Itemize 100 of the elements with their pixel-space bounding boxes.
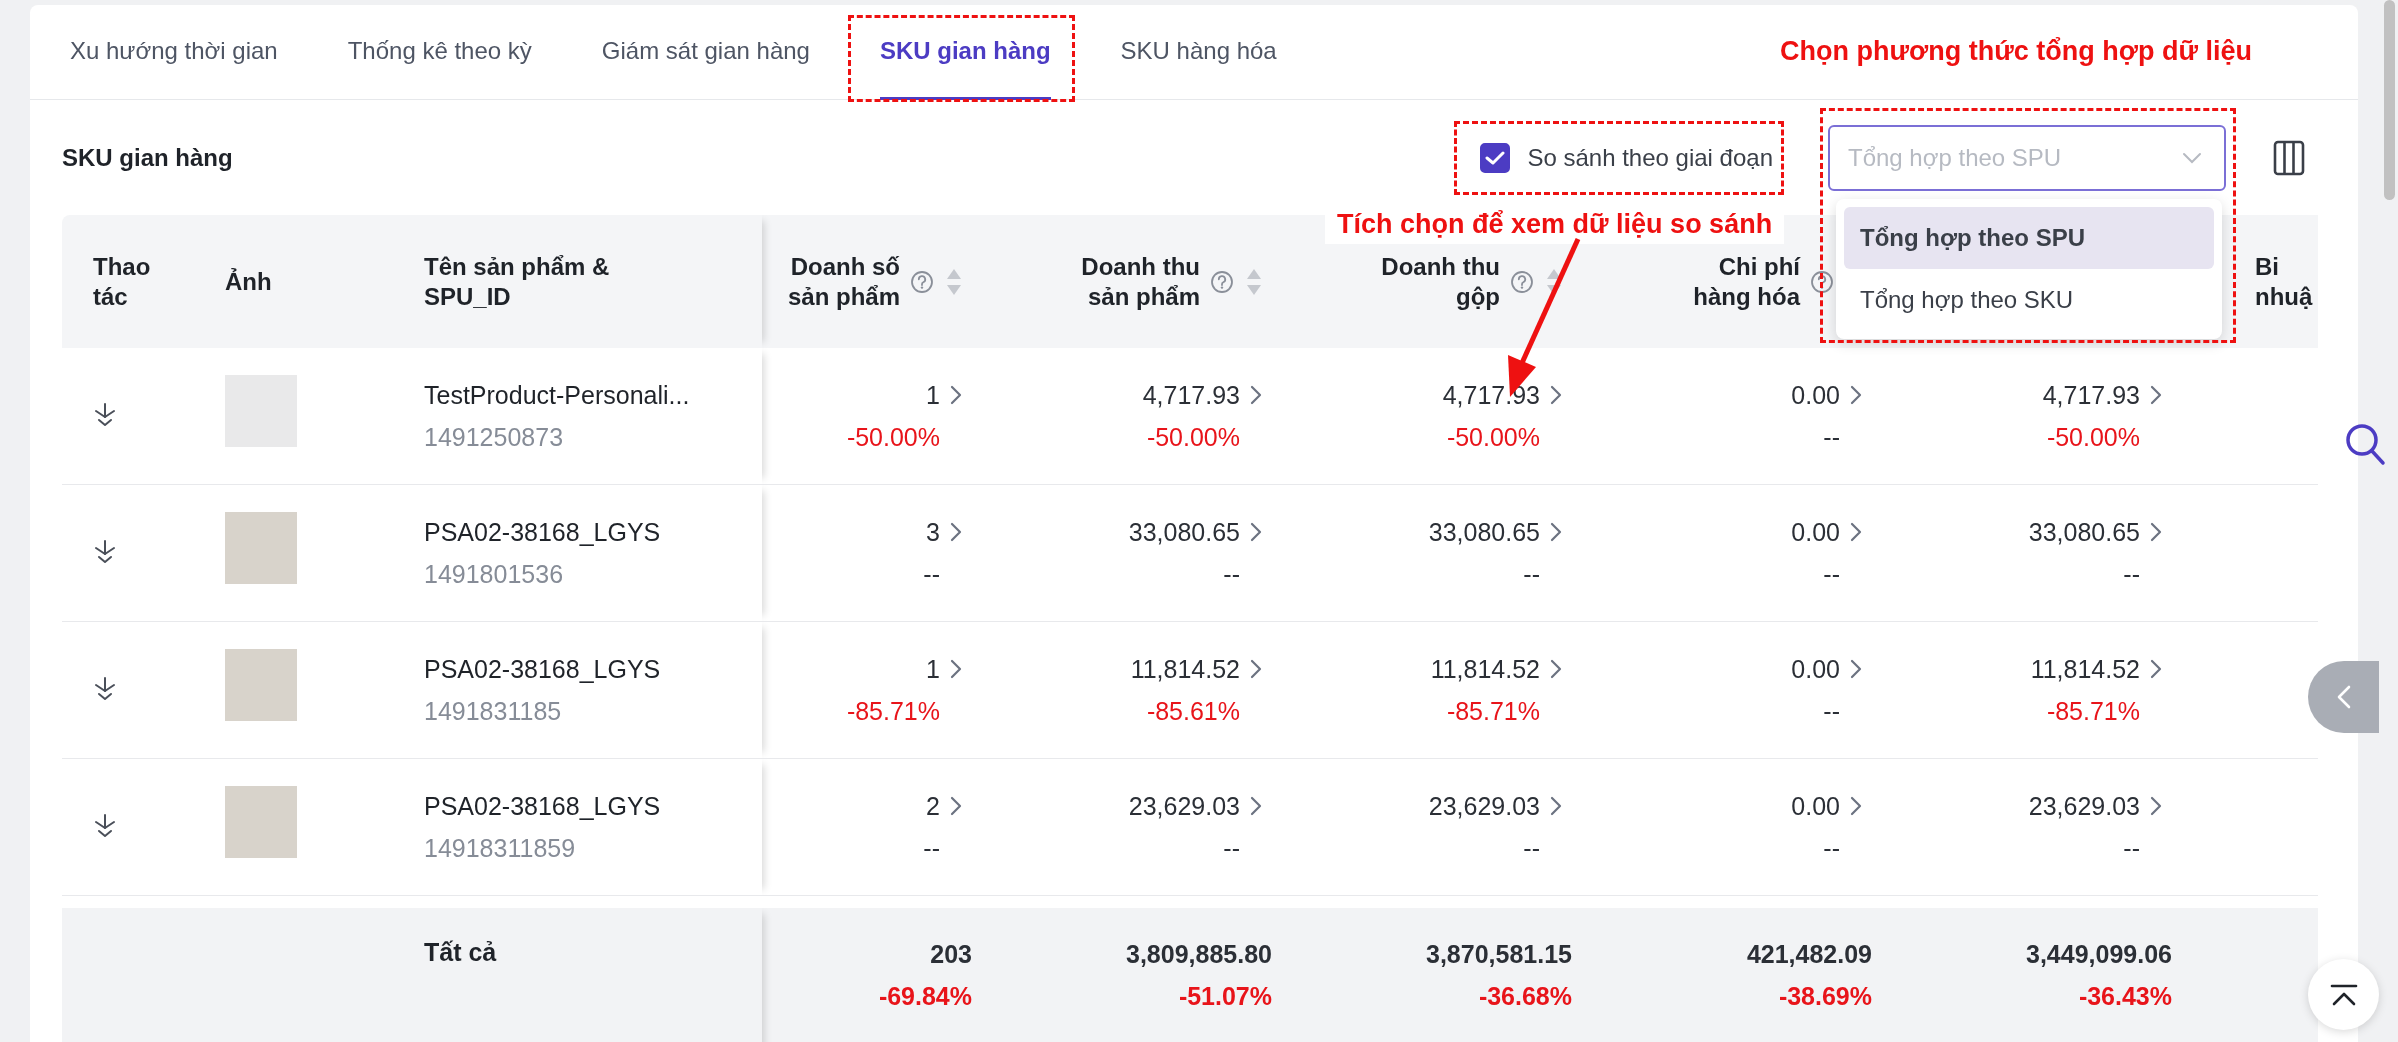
product-id: 1491801536 <box>424 559 565 590</box>
tab[interactable]: Thống kê theo kỳ <box>347 5 532 100</box>
product-name: TestProduct-Personali... <box>424 380 690 411</box>
help-icon[interactable] <box>910 269 934 294</box>
column-header: Doanh thu sản phẩm <box>1081 252 1200 311</box>
change-value: -- <box>1823 696 1840 727</box>
chevron-right-icon[interactable] <box>1250 384 1262 406</box>
chevron-right-icon[interactable] <box>950 658 962 680</box>
chevron-right-icon[interactable] <box>2150 795 2162 817</box>
product-name: PSA02-38168_LGYS <box>424 517 661 548</box>
metric-value: 23,629.03 <box>1128 791 1240 822</box>
chevron-right-icon[interactable] <box>1550 795 1562 817</box>
metric-value: 23,629.03 <box>1428 791 1540 822</box>
help-icon[interactable] <box>1510 269 1534 294</box>
columns-icon[interactable] <box>2273 139 2305 176</box>
metric-value: 33,080.65 <box>2028 517 2140 548</box>
chevron-right-icon[interactable] <box>1850 521 1862 543</box>
annotation-text: Chọn phương thức tổng hợp dữ liệu <box>1780 36 2252 67</box>
change-value: -- <box>1823 833 1840 864</box>
column-header: Bi nhuậ <box>2255 252 2313 311</box>
photo-placeholder <box>225 512 297 584</box>
metric-value: 11,814.52 <box>2030 654 2140 685</box>
metric-value: 4,717.93 <box>1442 380 1540 411</box>
tab[interactable]: SKU hàng hóa <box>1120 5 1277 100</box>
metric-value: 421,482.09 <box>1746 939 1872 970</box>
product-name: PSA02-38168_LGYS <box>424 791 661 822</box>
change-value: -- <box>1223 559 1240 590</box>
help-icon[interactable] <box>1810 269 1834 294</box>
chevron-right-icon[interactable] <box>1850 658 1862 680</box>
chevron-right-icon[interactable] <box>1250 521 1262 543</box>
checkmark-icon <box>1485 149 1506 166</box>
column-header: Doanh thu gộp <box>1381 252 1500 311</box>
column-header: Chi phí hàng hóa <box>1693 252 1800 311</box>
change-value: -- <box>1523 559 1540 590</box>
chevron-right-icon[interactable] <box>1550 384 1562 406</box>
column-header: Ảnh <box>225 266 272 297</box>
metric-value: 0.00 <box>1791 517 1840 548</box>
chevron-right-icon[interactable] <box>2150 384 2162 406</box>
change-value: -- <box>1823 422 1840 453</box>
total-label: Tất cả <box>424 938 497 967</box>
change-value: -- <box>2123 833 2140 864</box>
chevron-right-icon[interactable] <box>950 384 962 406</box>
metric-value: 11,814.52 <box>1130 654 1240 685</box>
metric-value: 3,870,581.15 <box>1426 939 1572 970</box>
chevron-right-icon[interactable] <box>950 521 962 543</box>
change-value: -50.00% <box>2046 422 2140 453</box>
photo-placeholder <box>225 649 297 721</box>
chevron-right-icon[interactable] <box>950 795 962 817</box>
dropdown-option[interactable]: Tổng hợp theo SPU <box>1844 206 2214 269</box>
search-icon[interactable] <box>2344 422 2386 466</box>
change-value: -85.71% <box>846 696 940 727</box>
metric-value: 11,814.52 <box>1430 654 1540 685</box>
metric-value: 0.00 <box>1791 791 1840 822</box>
checkbox-label[interactable]: So sánh theo giai đoạn <box>1527 143 1773 172</box>
metric-value: 3,449,099.06 <box>2026 939 2172 970</box>
change-value: -- <box>1223 833 1240 864</box>
column-header: Tên sản phẩm & SPU_ID <box>424 252 610 311</box>
chevron-left-icon <box>2336 685 2351 709</box>
product-id: 1491250873 <box>424 422 565 453</box>
metric-value: 2 <box>926 791 940 822</box>
chevron-right-icon[interactable] <box>2150 658 2162 680</box>
chevron-right-icon[interactable] <box>1550 658 1562 680</box>
chevron-right-icon[interactable] <box>2150 521 2162 543</box>
change-value: -85.71% <box>1446 696 1540 727</box>
chevron-right-icon[interactable] <box>1250 658 1262 680</box>
change-value: -69.84% <box>878 981 972 1012</box>
metric-value: 1 <box>926 380 940 411</box>
column-header: Thao tác <box>93 252 151 311</box>
back-to-top-icon <box>2329 982 2358 1007</box>
product-name: PSA02-38168_LGYS <box>424 654 661 685</box>
chevron-right-icon[interactable] <box>1850 384 1862 406</box>
change-value: -50.00% <box>1446 422 1540 453</box>
column-header: Doanh số sản phẩm <box>787 252 900 311</box>
photo-placeholder <box>225 786 297 858</box>
metric-value: 4,717.93 <box>1142 380 1240 411</box>
help-icon[interactable] <box>1210 269 1234 294</box>
change-value: -36.68% <box>1478 981 1572 1012</box>
product-id: 1491831185 <box>424 696 563 727</box>
metric-value: 4,717.93 <box>2042 380 2140 411</box>
scrollbar-thumb[interactable] <box>2384 0 2395 200</box>
change-value: -- <box>923 559 940 590</box>
change-value: -51.07% <box>1178 981 1272 1012</box>
change-value: -36.43% <box>2078 981 2172 1012</box>
dropdown-option[interactable]: Tổng hợp theo SKU <box>1844 268 2214 331</box>
checkbox[interactable] <box>1480 142 1511 173</box>
chevron-right-icon[interactable] <box>1550 521 1562 543</box>
product-id: 14918311859 <box>424 833 577 864</box>
tab[interactable]: SKU gian hàng <box>879 5 1051 100</box>
tab[interactable]: Giám sát gian hàng <box>601 5 810 100</box>
metric-value: 3,809,885.80 <box>1126 939 1272 970</box>
change-value: -85.71% <box>2046 696 2140 727</box>
metric-value: 3 <box>926 517 940 548</box>
change-value: -50.00% <box>1146 422 1240 453</box>
change-value: -85.61% <box>1146 696 1240 727</box>
change-value: -- <box>2123 559 2140 590</box>
chevron-right-icon[interactable] <box>1250 795 1262 817</box>
tab[interactable]: Xu hướng thời gian <box>70 5 278 100</box>
section-title: SKU gian hàng <box>62 143 233 172</box>
chevron-right-icon[interactable] <box>1850 795 1862 817</box>
change-value: -- <box>1823 559 1840 590</box>
